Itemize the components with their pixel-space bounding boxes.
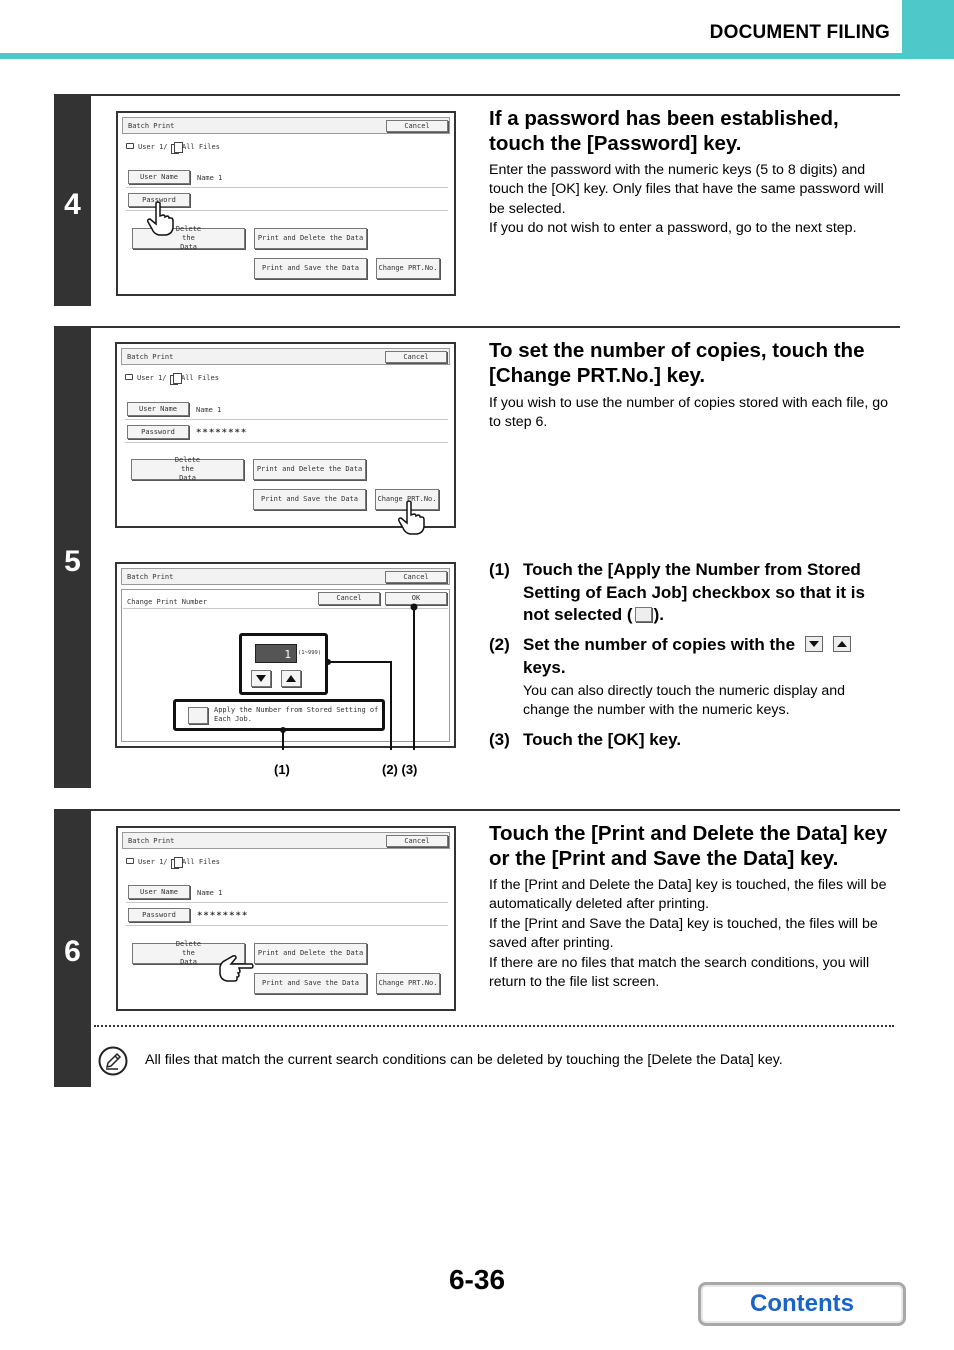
step-number: 6	[64, 935, 81, 968]
pointing-hand-icon	[219, 955, 254, 982]
all-files-label: All Files	[182, 858, 220, 866]
step-4-heading: If a password has been established, touc…	[489, 107, 839, 155]
substep-number: (1)	[489, 560, 510, 579]
password-mask: ********	[197, 911, 249, 921]
user-path: User 1/	[138, 858, 168, 866]
step-rule	[91, 94, 900, 96]
row-divider	[126, 187, 448, 188]
step-4-body-paragraph: If you do not wish to enter a password, …	[489, 220, 857, 237]
cancel-button[interactable]: Cancel	[386, 120, 448, 132]
arrow-up-key-icon	[832, 636, 851, 652]
substep-number: (2)	[489, 635, 510, 654]
substep-text: Touch the [OK] key.	[523, 730, 682, 749]
step-5: 5 Batch Print Cancel User 1/ All Files U…	[54, 326, 900, 788]
step-6-body-paragraph: If the [Print and Save the Data] key is …	[489, 915, 878, 952]
substep-text-a: Touch the [Apply the Number from Stored …	[523, 560, 865, 624]
section-title: DOCUMENT FILING	[709, 22, 890, 43]
step-4-body-paragraph: Enter the password with the numeric keys…	[489, 162, 884, 217]
change-prt-button[interactable]: Change PRT.No.	[376, 973, 440, 994]
user-name-button[interactable]: User Name	[128, 170, 190, 184]
files-icon	[171, 142, 183, 154]
row-divider	[126, 925, 448, 926]
step-5-body: If you wish to use the number of copies …	[489, 394, 894, 433]
unchecked-box-icon	[634, 607, 652, 622]
step-6-body-paragraph: If there are no files that match the sea…	[489, 954, 870, 991]
user-path: User 1/	[138, 143, 168, 151]
all-files-label: All Files	[182, 143, 220, 151]
note-divider	[94, 1025, 894, 1027]
row-divider	[126, 902, 448, 903]
step-5-body-paragraph: If you wish to use the number of copies …	[489, 395, 889, 431]
files-icon	[171, 857, 183, 869]
callout-label-2-3: (2) (3)	[382, 762, 418, 777]
step-4-body: Enter the password with the numeric keys…	[489, 161, 894, 239]
step-6-heading: Touch the [Print and Delete the Data] ke…	[489, 822, 888, 870]
screen-batch-print-print-keys: Batch Print Cancel User 1/ All Files Use…	[116, 826, 456, 1011]
substep-text: Touch the [Apply the Number from Stored …	[523, 559, 893, 627]
print-save-button[interactable]: Print and Save the Data	[254, 973, 367, 994]
screen-title: Batch Print	[128, 122, 175, 130]
substep-text: Set the number of copies with the keys.	[523, 634, 893, 679]
step-6: 6 Batch Print Cancel User 1/ All Files U…	[54, 809, 900, 1087]
pointing-hand-icon	[147, 201, 174, 236]
step-rule	[91, 809, 900, 811]
print-delete-button[interactable]: Print and Delete the Data	[254, 228, 367, 249]
header-bar	[0, 53, 954, 59]
change-prt-button[interactable]: Change PRT.No.	[376, 258, 440, 279]
folder-icon	[126, 143, 134, 149]
print-delete-button[interactable]: Print and Delete the Data	[254, 943, 367, 964]
step-4: 4 Batch Print Cancel User 1/ All Files U…	[54, 94, 900, 306]
cancel-button[interactable]: Cancel	[386, 835, 448, 847]
note-text: All files that match the current search …	[145, 1052, 783, 1068]
contents-button[interactable]: Contents	[698, 1282, 906, 1326]
user-name-button[interactable]: User Name	[128, 885, 190, 899]
substep-text-a: Set the number of copies with the	[523, 635, 796, 654]
step-6-body: If the [Print and Delete the Data] key i…	[489, 876, 894, 992]
substep-2-note: You can also directly touch the numeric …	[523, 683, 846, 719]
callout-leader-lines	[280, 603, 418, 750]
user-name-value: Name 1	[197, 889, 223, 897]
screen-batch-print-password: Batch Print Cancel User 1/ All Files Use…	[116, 111, 456, 296]
user-name-value: Name 1	[197, 174, 223, 182]
arrow-down-key-icon	[804, 636, 823, 652]
callout-label-1: (1)	[274, 762, 290, 777]
header-tab	[902, 0, 954, 59]
substep-number: (3)	[489, 730, 510, 749]
pencil-note-icon	[98, 1046, 128, 1076]
password-button[interactable]: Password	[128, 908, 190, 922]
step-5-heading: To set the number of copies, touch the […	[489, 339, 865, 387]
folder-icon	[126, 858, 134, 864]
step-6-body-paragraph: If the [Print and Delete the Data] key i…	[489, 877, 887, 913]
substep-text-b: keys.	[523, 657, 566, 677]
screen-title: Batch Print	[128, 837, 175, 845]
print-save-button[interactable]: Print and Save the Data	[254, 258, 367, 279]
step-number: 4	[64, 188, 81, 221]
substep-text-b: ).	[653, 605, 664, 624]
